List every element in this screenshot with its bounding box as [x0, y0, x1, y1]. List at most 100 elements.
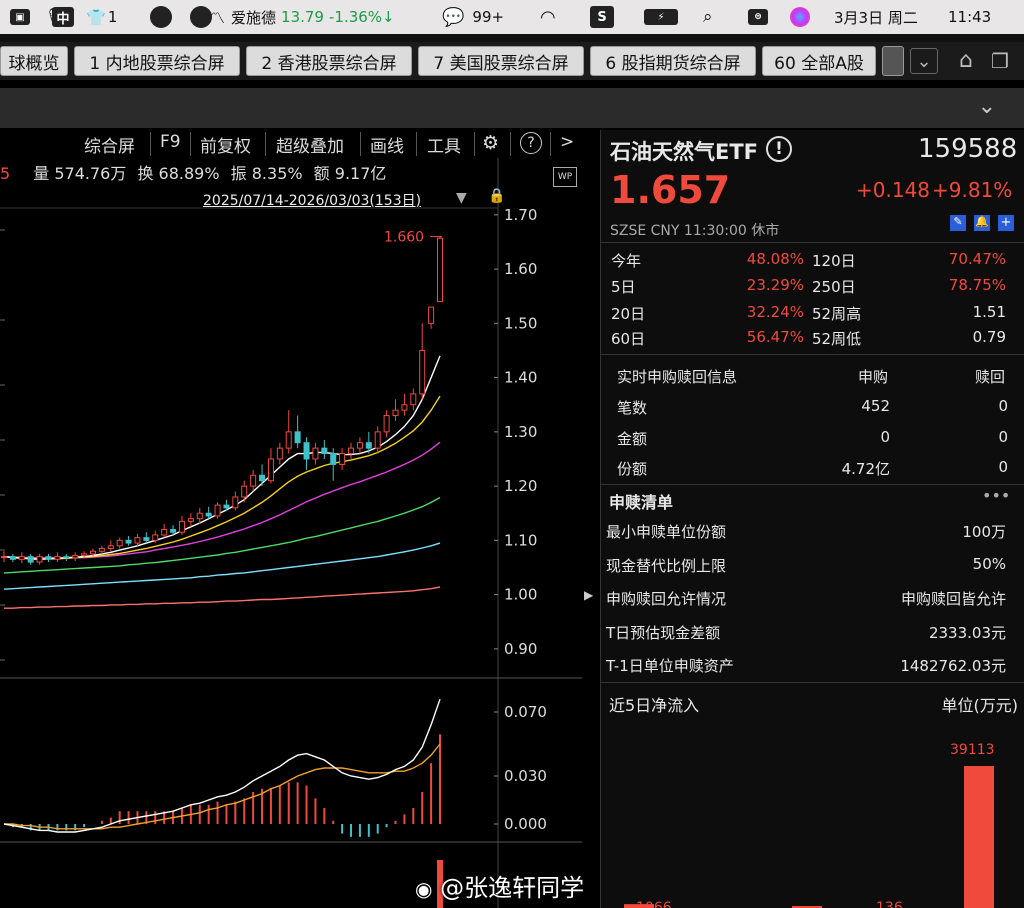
date-range[interactable]: 2025/07/14-2026/03/03(153日): [203, 190, 421, 210]
chart-area: 1.70 1.60 1.50 1.40 1.30 1.20 1.10 1.00 0.90 0.07…: [0, 130, 582, 908]
candle-body: [223, 504, 230, 509]
candle-body: [161, 529, 168, 536]
clock-time[interactable]: 11:43: [948, 0, 991, 34]
ticker-name: 爱施德: [231, 8, 277, 27]
candle-body: [348, 447, 355, 455]
candle-body: [267, 458, 274, 482]
tab-hk-stocks[interactable]: 2 香港股票综合屏: [246, 46, 412, 76]
ma250-line: [4, 586, 441, 609]
weibo-icon: ◉: [415, 877, 433, 901]
toolbar-composite[interactable]: 综合屏: [84, 132, 135, 157]
candle-body: [63, 556, 70, 559]
list-row-value: 2333.03元: [928, 624, 1006, 642]
candle-body: [1, 556, 7, 559]
bell-icon[interactable]: 🔔: [974, 215, 990, 231]
wifi-icon[interactable]: ◠: [540, 0, 556, 34]
candle-body: [321, 447, 328, 455]
s-app-icon[interactable]: S: [590, 0, 614, 34]
toolbar-separator: [416, 132, 417, 156]
candle-body: [294, 431, 301, 444]
return-value: 1.51: [972, 303, 1006, 321]
edit-icon[interactable]: ✎: [950, 215, 966, 231]
ime-indicator[interactable]: 中: [52, 0, 74, 34]
wechat-icon[interactable]: 💬 99+: [442, 0, 504, 34]
panel-toggle-icon[interactable]: ▶: [584, 588, 596, 608]
candle-body: [205, 512, 212, 517]
realtime-title: 实时申购赎回信息: [617, 368, 738, 386]
candle-body: [196, 512, 203, 520]
info-alert-icon[interactable]: !: [766, 136, 792, 162]
realtime-row-red: 0: [998, 458, 1008, 476]
candle-body: [143, 537, 150, 541]
collapse-chevron-icon[interactable]: ⌄: [978, 94, 996, 119]
col-redeem: 赎回: [975, 368, 1006, 386]
price-axis-label: 1.20: [504, 477, 537, 495]
tab-mainland-stocks[interactable]: 1 内地股票综合屏: [74, 46, 240, 76]
tab-global-overview[interactable]: 球概览: [0, 46, 68, 76]
candle-body: [312, 447, 319, 460]
realtime-row-sub: 0: [880, 428, 890, 446]
control-center-icon[interactable]: ⊜: [748, 0, 768, 34]
add-icon[interactable]: +: [998, 215, 1014, 231]
return-label: 5日: [611, 278, 636, 296]
candle-body: [107, 545, 114, 550]
quote-info-line: 5 量 574.76万 换 68.89% 振 8.35% 额 9.17亿: [0, 160, 386, 184]
candle-body: [45, 556, 52, 560]
toolbar-draw-line[interactable]: 画线: [370, 132, 404, 157]
toolbar-forward-adjust[interactable]: 前复权: [200, 132, 251, 157]
candle-body: [303, 442, 310, 460]
window-restore-icon[interactable]: ❐: [986, 48, 1014, 74]
candle-body: [89, 550, 96, 555]
candle-body: [81, 553, 88, 557]
ticker-price: 13.79: [281, 8, 324, 26]
return-label: 250日: [812, 278, 856, 296]
more-icon[interactable]: •••: [982, 486, 1010, 505]
tshirt-count: 1: [107, 8, 118, 26]
pen-icon[interactable]: [190, 0, 212, 34]
gear-icon[interactable]: ⚙: [482, 132, 499, 156]
kline-chart-svg[interactable]: 1.70 1.60 1.50 1.40 1.30 1.20 1.10 1.00 0.90 0.07…: [0, 130, 582, 908]
tab-overflow[interactable]: [882, 46, 904, 76]
tab-index-futures[interactable]: 6 股指期货综合屏: [590, 46, 756, 76]
return-label: 52周低: [812, 330, 862, 348]
security-code: 159588: [918, 134, 1018, 164]
list-row-value: 50%: [972, 555, 1006, 573]
chevron-down-icon[interactable]: ⌄: [910, 48, 938, 74]
candle-body: [232, 496, 239, 509]
list-row-label: T-1日单位申赎资产: [606, 657, 734, 675]
tshirt-icon[interactable]: 👕 1: [86, 0, 117, 34]
date-range-dropdown-icon[interactable]: ▼: [456, 190, 467, 206]
candle-body: [36, 556, 43, 563]
ma5-line: [3, 355, 441, 561]
candle-body: [356, 442, 363, 449]
globe-icon[interactable]: [150, 0, 172, 34]
flow-title: 近5日净流入: [609, 696, 700, 715]
return-value: 56.47%: [746, 328, 804, 346]
help-icon[interactable]: ?: [520, 132, 542, 154]
tab-us-stocks[interactable]: 7 美国股票综合屏: [418, 46, 584, 76]
search-icon[interactable]: ⌕: [703, 0, 713, 34]
toolbar-next[interactable]: >: [560, 132, 574, 156]
lock-icon[interactable]: 🔒: [488, 188, 505, 204]
window-top-gap: [0, 34, 1024, 42]
tab-all-a-shares[interactable]: 60 全部A股: [762, 46, 876, 76]
toolbar-f9[interactable]: F9: [160, 132, 181, 156]
stock-ticker[interactable]: 〽 爱施德 13.79 -1.36%↓: [210, 0, 395, 34]
battery-icon[interactable]: ⚡: [644, 0, 678, 34]
wp-icon[interactable]: WP: [553, 167, 577, 187]
home-icon[interactable]: ⌂: [952, 48, 980, 74]
apple-tv-icon[interactable]: ▣: [10, 0, 30, 34]
toolbar-tools[interactable]: 工具: [427, 132, 461, 157]
toolbar-separator: [190, 132, 191, 156]
return-value: 70.47%: [948, 250, 1006, 268]
candle-body: [285, 431, 292, 449]
siri-icon[interactable]: [790, 0, 810, 34]
candle-body: [178, 520, 185, 533]
price-axis-label: 1.40: [504, 369, 537, 387]
realtime-row-sub: 452: [861, 397, 890, 415]
price-change: +0.148: [856, 178, 931, 202]
toolbar-super-overlay[interactable]: 超级叠加: [276, 132, 344, 157]
info-amplitude: 振 8.35%: [230, 164, 303, 183]
clock-date[interactable]: 3月3日 周二: [834, 0, 918, 34]
info-volume: 量 574.76万: [33, 164, 127, 183]
